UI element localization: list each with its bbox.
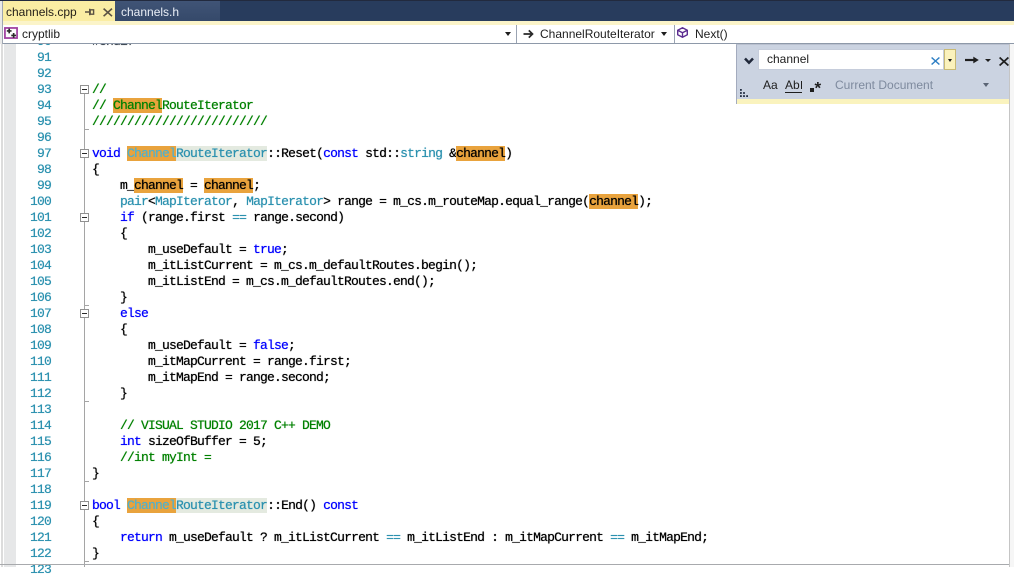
svg-text:*: * — [815, 79, 822, 98]
